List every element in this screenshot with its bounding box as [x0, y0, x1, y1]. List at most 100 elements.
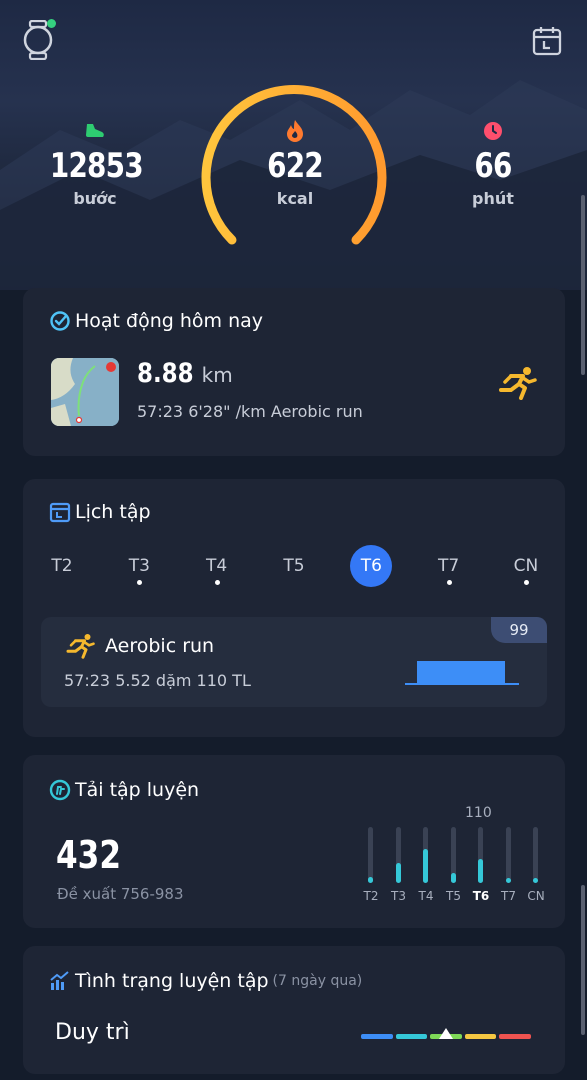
activity-type — [497, 366, 537, 404]
load-bar-fill — [450, 873, 456, 883]
load-bar-label: CN — [527, 889, 545, 903]
training-load-week-chart: 110 T2 T3 T4 T5 T6 T7 CN — [357, 805, 545, 915]
week-day-selector: T2 T3 T4 T5 T6 T7 CN — [41, 545, 547, 587]
scrollbar-thumb-secondary[interactable] — [581, 885, 585, 1035]
today-activity-header: Hoạt động hôm nay — [49, 310, 263, 332]
training-load-title: Tải tập luyện — [75, 779, 200, 801]
trend-chart-icon — [50, 971, 69, 990]
activity-details: 57:23 6'28" /km Aerobic run — [137, 402, 363, 421]
workout-dot — [523, 580, 529, 585]
load-bar-fill — [395, 863, 401, 883]
scale-segment — [499, 1034, 531, 1039]
load-bar-track — [533, 827, 538, 883]
flame-icon — [287, 120, 303, 142]
day-t3[interactable]: T3 — [118, 545, 160, 587]
calendar-button[interactable] — [528, 22, 566, 60]
scale-segment — [361, 1034, 393, 1039]
shoe-icon — [86, 124, 104, 137]
today-activity-title: Hoạt động hôm nay — [75, 310, 264, 332]
training-status-pointer — [439, 1028, 453, 1039]
load-bar-label: T6 — [472, 889, 490, 903]
schedule-header: Lịch tập — [49, 501, 151, 523]
steps-stat[interactable]: 12853 bước — [40, 118, 150, 210]
training-status-header: Tình trạng luyện tập (7 ngày qua) — [49, 970, 362, 992]
day-label: T2 — [51, 556, 73, 576]
schedule-card[interactable]: Lịch tập T2 T3 T4 T5 T6 T7 CN Aerobic run 57:2… — [23, 479, 565, 737]
load-bar-label: T3 — [391, 889, 406, 903]
scale-segment — [395, 1034, 428, 1039]
route-map-thumbnail[interactable] — [51, 358, 119, 426]
day-t5[interactable]: T5 — [273, 545, 315, 587]
steps-value: 12853 — [49, 146, 144, 186]
peak-load-label: 110 — [465, 805, 492, 821]
check-circle-icon — [50, 311, 70, 331]
today-activity-card[interactable]: Hoạt động hôm nay 8.88 km 57:23 6'28" /k… — [23, 288, 565, 456]
load-bar-label: T4 — [418, 889, 434, 903]
calendar-icon — [49, 502, 71, 523]
day-label: T4 — [206, 556, 228, 576]
load-bar-t5: T5 — [440, 827, 468, 911]
calories-unit: kcal — [276, 189, 314, 208]
load-bar-label: T5 — [446, 889, 461, 903]
connection-status-dot — [47, 19, 56, 28]
load-bar-label: T7 — [501, 889, 516, 903]
running-icon — [66, 634, 95, 659]
distance: 8.88 km — [137, 358, 233, 389]
workout-meta: 57:23 5.52 dặm 110 TL — [64, 671, 251, 690]
load-bar-fill — [368, 877, 373, 883]
day-label: T5 — [283, 556, 305, 576]
calendar-icon — [532, 27, 562, 56]
load-bar-fill — [423, 849, 428, 883]
day-t4[interactable]: T4 — [196, 545, 238, 587]
day-label: T3 — [128, 556, 150, 576]
day-label: CN — [513, 556, 539, 576]
workout-dot — [214, 580, 220, 585]
day-label: T6 — [360, 556, 382, 576]
load-bar-t6: T6 — [467, 827, 495, 911]
steps-unit: bước — [73, 189, 117, 208]
training-load-card[interactable]: Tải tập luyện 432 Đề xuất 756-983 110 T2… — [23, 755, 565, 928]
workout-badge: 99 — [491, 617, 547, 643]
distance-value: 8.88 — [137, 358, 194, 389]
training-status-title: Tình trạng luyện tập — [75, 970, 269, 992]
load-bar-t3: T3 — [385, 827, 413, 911]
load-bar-cn: CN — [522, 827, 550, 911]
distance-unit: km — [201, 363, 233, 387]
calories-stat[interactable]: 622 kcal — [240, 118, 350, 210]
clock-icon — [484, 122, 502, 140]
training-status-value: Duy trì — [55, 1020, 130, 1045]
gauge-icon — [49, 779, 71, 801]
day-t6[interactable]: T6 — [350, 545, 393, 587]
load-bar-t2: T2 — [357, 827, 385, 911]
day-label: T7 — [438, 556, 460, 576]
intensity-block — [417, 661, 505, 685]
load-bar-fill — [533, 878, 538, 883]
load-bar-fill — [505, 878, 511, 883]
workout-entry[interactable]: Aerobic run 57:23 5.52 dặm 110 TL 99 — [41, 617, 547, 707]
minutes-value: 66 — [474, 146, 512, 186]
minutes-stat[interactable]: 66 phút — [440, 118, 546, 210]
day-t7[interactable]: T7 — [428, 545, 470, 587]
load-bar-t4: T4 — [412, 827, 440, 911]
minutes-unit: phút — [472, 189, 514, 208]
training-load-suggestion: Đề xuất 756-983 — [57, 885, 184, 903]
load-bar-track — [505, 827, 511, 883]
route-map — [51, 358, 119, 426]
workout-dot — [446, 580, 452, 585]
workout-name: Aerobic run — [105, 635, 215, 657]
load-bar-label: T2 — [363, 889, 379, 903]
day-t2[interactable]: T2 — [41, 545, 83, 587]
day-cn[interactable]: CN — [505, 545, 547, 587]
calories-value: 622 — [267, 146, 324, 186]
schedule-title: Lịch tập — [75, 501, 151, 523]
training-status-subtitle: (7 ngày qua) — [272, 973, 363, 989]
training-load-header: Tải tập luyện — [49, 779, 199, 801]
watch-button[interactable] — [18, 18, 58, 62]
training-load-value: 432 — [56, 833, 122, 877]
load-bar-t7: T7 — [495, 827, 523, 911]
training-status-card[interactable]: Tình trạng luyện tập (7 ngày qua) Duy tr… — [23, 946, 565, 1074]
scrollbar-thumb[interactable] — [581, 195, 585, 375]
summary-header: 12853 bước 622 kcal 66 phút — [0, 0, 587, 290]
load-bar-track — [368, 827, 373, 883]
running-icon — [499, 367, 537, 400]
